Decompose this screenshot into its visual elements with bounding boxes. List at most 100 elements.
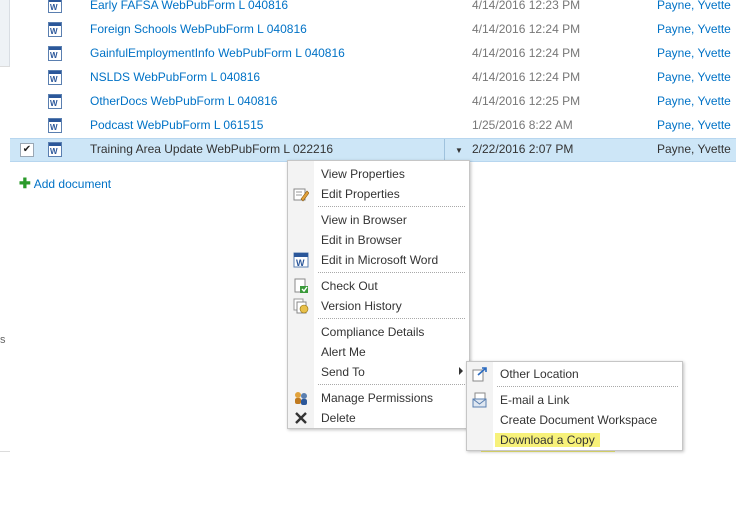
menu-item-label: Send To [321, 365, 365, 379]
document-row[interactable]: W Early FAFSA WebPubForm L 040816 4/14/2… [10, 0, 736, 18]
word-document-icon: W [48, 22, 62, 37]
menu-item-label: View in Browser [321, 213, 407, 227]
modified-by-link[interactable]: Payne, Yvette [657, 142, 731, 156]
menu-separator [318, 318, 465, 319]
document-name-link[interactable]: Training Area Update WebPubForm L 022216 [90, 142, 333, 156]
menu-item-send-to[interactable]: Send To [288, 362, 469, 382]
permissions-icon [293, 390, 309, 406]
open-menu-icon[interactable]: ▼ [448, 142, 470, 159]
delete-icon [293, 410, 309, 426]
menu-item-label: Edit Properties [321, 187, 400, 201]
left-nav-selected-segment [0, 0, 10, 66]
menu-separator [318, 384, 465, 385]
menu-item-edit-properties[interactable]: Edit Properties [288, 184, 469, 204]
menu-item-label: Other Location [500, 367, 579, 381]
word-document-icon: W [48, 142, 62, 157]
svg-text:W: W [50, 27, 58, 36]
document-name-link[interactable]: NSLDS WebPubForm L 040816 [90, 70, 260, 84]
word-document-icon: W [48, 118, 62, 133]
menu-separator [497, 386, 678, 387]
document-name-link[interactable]: GainfulEmploymentInfo WebPubForm L 04081… [90, 46, 345, 60]
menu-item-view-in-browser[interactable]: View in Browser [288, 210, 469, 230]
submenu-item-email-link[interactable]: E-mail a Link [467, 390, 682, 410]
menu-item-manage-permissions[interactable]: Manage Permissions [288, 388, 469, 408]
document-name-link[interactable]: Early FAFSA WebPubForm L 040816 [90, 0, 288, 12]
menu-item-edit-in-browser[interactable]: Edit in Browser [288, 230, 469, 250]
modified-by-link[interactable]: Payne, Yvette [657, 118, 731, 132]
modified-date: 2/22/2016 2:07 PM [472, 142, 574, 156]
svg-text:W: W [50, 147, 58, 156]
menu-item-alert-me[interactable]: Alert Me [288, 342, 469, 362]
submenu-arrow-icon [459, 367, 463, 375]
menu-item-label: Delete [321, 411, 356, 425]
row-select-checkbox[interactable]: ✔ [20, 143, 34, 157]
add-document-link[interactable]: ✚ Add document [19, 175, 111, 192]
modified-by-link[interactable]: Payne, Yvette [657, 0, 731, 12]
left-nav-divider [0, 451, 10, 452]
menu-item-version-history[interactable]: Version History [288, 296, 469, 316]
document-row[interactable]: W NSLDS WebPubForm L 040816 4/14/2016 12… [10, 66, 736, 90]
add-icon: ✚ [19, 175, 31, 191]
menu-separator [318, 206, 465, 207]
modified-date: 4/14/2016 12:24 PM [472, 70, 581, 84]
version-history-icon [293, 298, 309, 314]
document-name-link[interactable]: Podcast WebPubForm L 061515 [90, 118, 263, 132]
svg-text:W: W [50, 75, 58, 84]
document-name-link[interactable]: Foreign Schools WebPubForm L 040816 [90, 22, 307, 36]
menu-item-label: Edit in Browser [321, 233, 402, 247]
other-location-icon [472, 366, 488, 382]
ecb-separator [444, 139, 445, 161]
word-document-icon: W [48, 70, 62, 85]
word-document-icon: W [48, 46, 62, 61]
menu-item-edit-in-word[interactable]: W Edit in Microsoft Word [288, 250, 469, 270]
word-document-icon: W [48, 0, 62, 13]
menu-item-compliance-details[interactable]: Compliance Details [288, 322, 469, 342]
left-nav-edge [0, 0, 10, 519]
menu-separator [318, 272, 465, 273]
svg-text:W: W [50, 99, 58, 108]
menu-item-label: Create Document Workspace [500, 413, 658, 427]
document-row-selected[interactable]: ✔ W Training Area Update WebPubForm L 02… [10, 138, 736, 162]
menu-item-label: Check Out [321, 279, 378, 293]
modified-by-link[interactable]: Payne, Yvette [657, 46, 731, 60]
word-document-icon: W [48, 94, 62, 109]
left-nav-text-fragment: s [0, 334, 6, 346]
modified-date: 1/25/2016 8:22 AM [472, 118, 573, 132]
svg-text:W: W [50, 123, 58, 132]
email-link-icon [472, 392, 488, 408]
modified-by-link[interactable]: Payne, Yvette [657, 22, 731, 36]
document-row[interactable]: W Podcast WebPubForm L 061515 1/25/2016 … [10, 114, 736, 138]
modified-date: 4/14/2016 12:24 PM [472, 46, 581, 60]
submenu-item-create-document-workspace[interactable]: Create Document Workspace [467, 410, 682, 430]
document-name-link[interactable]: OtherDocs WebPubForm L 040816 [90, 94, 277, 108]
document-row[interactable]: W OtherDocs WebPubForm L 040816 4/14/201… [10, 90, 736, 114]
modified-date: 4/14/2016 12:24 PM [472, 22, 581, 36]
modified-by-link[interactable]: Payne, Yvette [657, 94, 731, 108]
menu-item-label: Version History [321, 299, 402, 313]
menu-item-check-out[interactable]: Check Out [288, 276, 469, 296]
modified-by-link[interactable]: Payne, Yvette [657, 70, 731, 84]
document-row[interactable]: W GainfulEmploymentInfo WebPubForm L 040… [10, 42, 736, 66]
modified-date: 4/14/2016 12:23 PM [472, 0, 581, 12]
modified-date: 4/14/2016 12:25 PM [472, 94, 581, 108]
check-out-icon [293, 278, 309, 294]
document-row[interactable]: W Foreign Schools WebPubForm L 040816 4/… [10, 18, 736, 42]
left-nav-divider [0, 66, 10, 67]
svg-text:W: W [50, 3, 58, 12]
menu-item-label: E-mail a Link [500, 393, 570, 407]
send-to-submenu: Other Location E-mail a Link Create Docu… [466, 361, 683, 452]
menu-item-label: Manage Permissions [321, 391, 434, 405]
word-icon: W [293, 252, 309, 268]
menu-item-label: Compliance Details [321, 325, 425, 339]
menu-item-view-properties[interactable]: View Properties [288, 164, 469, 184]
svg-text:W: W [296, 258, 305, 268]
menu-item-delete[interactable]: Delete [288, 408, 469, 428]
document-context-menu: View Properties Edit Properties View in … [287, 160, 470, 429]
add-document-label: Add document [33, 177, 112, 191]
submenu-item-download-copy[interactable]: Download a Copy [467, 430, 682, 450]
edit-properties-icon [293, 186, 310, 202]
menu-item-label: View Properties [321, 167, 405, 181]
menu-item-label: Edit in Microsoft Word [321, 253, 439, 267]
submenu-item-other-location[interactable]: Other Location [467, 364, 682, 384]
menu-item-label: Alert Me [321, 345, 366, 359]
